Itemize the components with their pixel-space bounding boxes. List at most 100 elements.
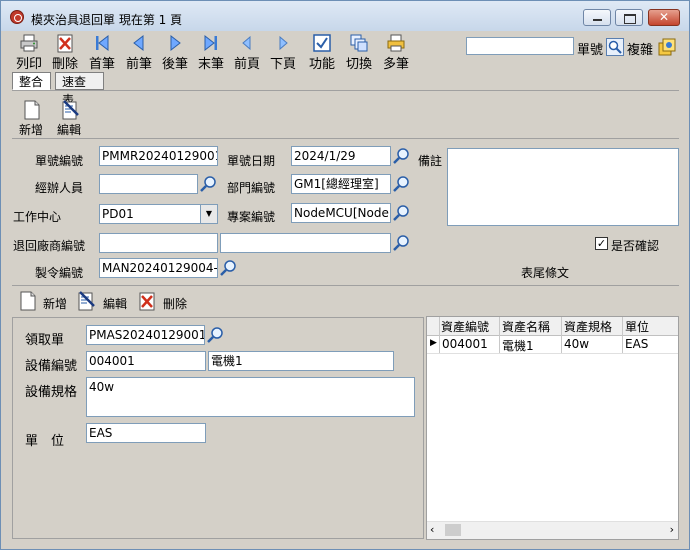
cell-asset-no: 004001 bbox=[442, 337, 488, 351]
vendor-label: 退回廠商編號 bbox=[13, 239, 86, 253]
doc-date-label: 單號日期 bbox=[227, 154, 276, 168]
next-record-icon bbox=[170, 34, 181, 52]
mo-lookup-icon[interactable] bbox=[220, 259, 238, 277]
handler-label: 經辦人員 bbox=[35, 181, 84, 195]
app-icon bbox=[10, 10, 24, 24]
edit-document-icon bbox=[78, 291, 95, 311]
confirmed-checkbox[interactable]: ✓ bbox=[595, 237, 608, 250]
spec-label: 設備規格 bbox=[25, 385, 78, 400]
doc-no-label: 單號編號 bbox=[35, 154, 84, 168]
doc-search-input[interactable] bbox=[466, 37, 574, 55]
doc-no-field[interactable]: PMMR20240129001 bbox=[99, 146, 218, 166]
detail-form-panel: 領取單 PMAS20240129001 設備編號 004001 電機1 設備規格… bbox=[12, 317, 424, 539]
detail-new-button[interactable]: 新增 bbox=[19, 291, 71, 313]
handler-lookup-icon[interactable] bbox=[200, 175, 218, 193]
window-title: 模夾治具退回單 現在第 1 頁 bbox=[31, 13, 183, 27]
detail-divider bbox=[12, 285, 679, 286]
scroll-left-icon[interactable]: ‹ bbox=[430, 523, 434, 536]
tab-divider bbox=[12, 90, 679, 91]
edit-record-label: 編輯 bbox=[57, 123, 82, 137]
confirmed-label: 是否確認 bbox=[611, 239, 660, 253]
minimize-button[interactable] bbox=[583, 9, 611, 26]
pickup-field[interactable]: PMAS20240129001 bbox=[86, 325, 205, 345]
cell-asset-name: 電機1 bbox=[502, 339, 534, 353]
detail-delete-label: 刪除 bbox=[163, 297, 188, 311]
detail-delete-button[interactable]: 刪除 bbox=[137, 291, 193, 313]
spec-field[interactable]: 40w bbox=[86, 377, 415, 417]
tab-integrated[interactable]: 整合 bbox=[12, 72, 51, 90]
next-page-icon bbox=[279, 35, 288, 51]
handler-field[interactable] bbox=[99, 174, 198, 194]
table-row[interactable]: ▶ 004001 電機1 40w EAS bbox=[427, 335, 678, 354]
footer-text-label: 表尾條文 bbox=[521, 266, 570, 280]
delete-icon bbox=[57, 34, 73, 53]
pickup-label: 領取單 bbox=[25, 333, 65, 348]
new-record-button[interactable]: 新增 bbox=[17, 100, 47, 137]
multi-record-icon bbox=[387, 34, 405, 52]
dept-lookup-icon[interactable] bbox=[393, 175, 411, 193]
edit-document-icon bbox=[62, 100, 79, 120]
equip-no-field[interactable]: 004001 bbox=[86, 351, 206, 371]
scroll-thumb[interactable] bbox=[445, 524, 461, 536]
grid-header: 資產編號 資產名稱 資產規格 單位 bbox=[427, 317, 678, 336]
project-lookup-icon[interactable] bbox=[393, 204, 411, 222]
work-center-value: PD01 bbox=[102, 207, 134, 221]
col-asset-name[interactable]: 資產名稱 bbox=[502, 318, 550, 335]
equip-name-field[interactable]: 電機1 bbox=[208, 351, 394, 371]
next-page-button[interactable]: 下頁 bbox=[265, 33, 301, 73]
col-unit[interactable]: 單位 bbox=[625, 318, 649, 335]
copy-label[interactable]: 複雜 bbox=[627, 39, 653, 58]
chevron-down-icon[interactable]: ▼ bbox=[200, 205, 217, 223]
first-record-icon bbox=[96, 34, 109, 52]
work-center-label: 工作中心 bbox=[13, 210, 62, 224]
tab-quick-lookup[interactable]: 速查表 bbox=[55, 72, 104, 107]
work-center-select[interactable]: PD01 ▼ bbox=[99, 204, 218, 224]
previous-record-icon bbox=[133, 34, 144, 52]
unit-field[interactable]: EAS bbox=[86, 423, 206, 443]
close-button[interactable]: ✕ bbox=[648, 9, 680, 26]
equip-no-label: 設備編號 bbox=[25, 359, 78, 374]
switch-icon bbox=[350, 34, 368, 52]
function-icon bbox=[313, 34, 331, 52]
new-document-icon bbox=[24, 100, 40, 120]
remark-field[interactable] bbox=[447, 148, 679, 226]
project-field[interactable]: NodeMCU[NodeMCU bbox=[291, 203, 391, 223]
horizontal-scrollbar[interactable]: ‹ › bbox=[427, 521, 678, 539]
edit-record-button[interactable]: 編輯 bbox=[55, 100, 85, 137]
col-asset-no[interactable]: 資產編號 bbox=[441, 318, 489, 335]
header-form-divider bbox=[12, 138, 679, 139]
vendor-name-field[interactable] bbox=[220, 233, 391, 253]
asset-grid[interactable]: 資產編號 資產名稱 資產規格 單位 ▶ 004001 電機1 40w EAS ‹… bbox=[426, 316, 679, 540]
dept-field[interactable]: GM1[總經理室] bbox=[291, 174, 391, 194]
new-document-icon bbox=[20, 291, 36, 311]
detail-edit-button[interactable]: 編輯 bbox=[76, 291, 132, 313]
title-bar: 模夾治具退回單 現在第 1 頁 ✕ bbox=[1, 1, 689, 31]
mo-label: 製令編號 bbox=[35, 266, 84, 280]
delete-icon bbox=[139, 292, 155, 311]
doc-date-field[interactable]: 2024/1/29 bbox=[291, 146, 391, 166]
mo-field[interactable]: MAN20240129004-1 bbox=[99, 258, 218, 278]
cell-unit: EAS bbox=[625, 337, 649, 351]
printer-icon bbox=[20, 34, 38, 52]
new-record-label: 新增 bbox=[19, 123, 44, 137]
copy-tool-icon[interactable] bbox=[657, 37, 677, 57]
vendor-code-field[interactable] bbox=[99, 233, 218, 253]
vendor-lookup-icon[interactable] bbox=[393, 234, 411, 252]
multi-record-label: 多筆 bbox=[382, 57, 409, 72]
remark-label: 備註 bbox=[418, 154, 443, 168]
pickup-lookup-icon[interactable] bbox=[207, 326, 225, 344]
scroll-right-icon[interactable]: › bbox=[670, 523, 674, 536]
search-label: 單號 bbox=[577, 43, 604, 58]
maximize-button[interactable] bbox=[615, 9, 643, 26]
main-window: 模夾治具退回單 現在第 1 頁 ✕ 列印 刪除 首筆 前筆 後筆 末筆 前頁 下… bbox=[0, 0, 690, 550]
last-record-icon bbox=[204, 34, 217, 52]
search-icon[interactable] bbox=[606, 38, 624, 56]
col-asset-spec[interactable]: 資產規格 bbox=[564, 318, 612, 335]
detail-new-label: 新增 bbox=[43, 297, 68, 311]
multi-record-button[interactable]: 多筆 bbox=[378, 33, 414, 73]
row-pointer-icon: ▶ bbox=[430, 338, 437, 348]
project-label: 專案編號 bbox=[227, 210, 276, 224]
unit-label: 單 位 bbox=[25, 434, 65, 449]
doc-date-lookup-icon[interactable] bbox=[393, 147, 411, 165]
detail-edit-label: 編輯 bbox=[103, 297, 128, 311]
